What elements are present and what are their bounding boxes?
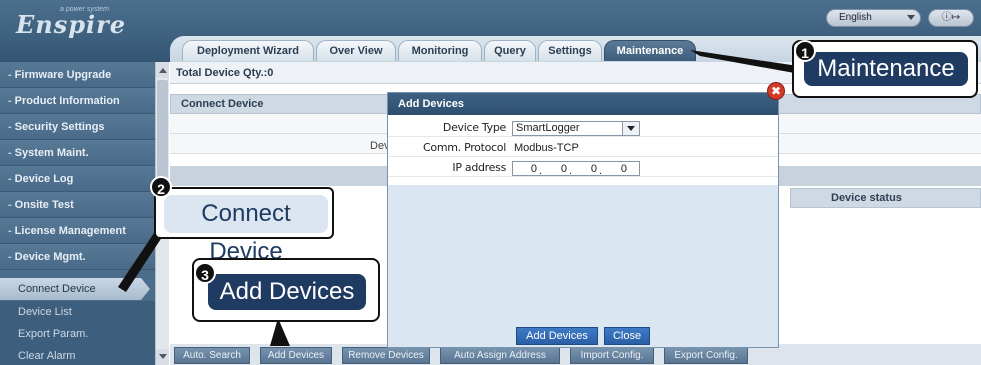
sidebar-subitem-connect-device[interactable]: Connect Device (0, 278, 150, 300)
sidebar-subitem-export-param[interactable]: Export Param. (0, 323, 155, 345)
callout-add-devices: Add Devices (192, 258, 380, 322)
add-devices-form: Device Type SmartLogger Comm. Protocol M… (388, 115, 778, 185)
sidebar-item-product-information[interactable]: Product Information (0, 88, 155, 114)
dialog-title: Add Devices (388, 93, 778, 115)
callout-connect-device: Connect Device (154, 187, 334, 265)
tab-query[interactable]: Query (484, 40, 536, 61)
enspire-logo: a power system Enspire (12, 4, 162, 44)
sidebar-item-onsite-test[interactable]: Onsite Test (0, 192, 155, 218)
auto-assign-address-button[interactable]: Auto Assign Address (440, 347, 560, 364)
device-status-column-header: Device status (790, 188, 981, 208)
ip-address-row: IP address 0 . 0 . 0 . 0 (388, 159, 778, 177)
sidebar-item-device-log[interactable]: Device Log (0, 166, 155, 192)
ip-octet-2[interactable]: 0 (545, 162, 567, 176)
comm-protocol-label: Comm. Protocol (423, 141, 506, 154)
ip-dot: . (539, 165, 543, 177)
sidebar-item-license-management[interactable]: License Management (0, 218, 155, 244)
sidebar-subitem-device-list[interactable]: Device List (0, 301, 155, 323)
ip-octet-1[interactable]: 0 (515, 162, 537, 176)
sidebar-subitem-clear-alarm[interactable]: Clear Alarm (0, 345, 155, 365)
callout-2-badge: 2 (150, 176, 172, 198)
device-type-row: Device Type SmartLogger (388, 119, 778, 137)
sidebar: Firmware Upgrade Product Information Sec… (0, 62, 155, 365)
dialog-close-button[interactable]: Close (604, 327, 650, 345)
add-devices-dialog: Add Devices Device Type SmartLogger Comm… (387, 92, 779, 348)
tab-deployment-wizard[interactable]: Deployment Wizard (182, 40, 314, 61)
device-type-select[interactable]: SmartLogger (512, 121, 640, 136)
chevron-down-icon (907, 15, 915, 20)
device-type-value: SmartLogger (516, 122, 580, 134)
callout-3-badge: 3 (194, 262, 216, 284)
device-type-label: Device Type (442, 121, 506, 134)
ip-dot: . (569, 165, 573, 177)
window-control-buttons[interactable]: ⓘ↦ (928, 9, 974, 27)
remove-devices-button[interactable]: Remove Devices (342, 347, 430, 364)
ip-dot: . (599, 165, 603, 177)
scroll-up-icon[interactable] (156, 62, 169, 78)
ip-address-input[interactable]: 0 . 0 . 0 . 0 (512, 161, 640, 177)
tab-maintenance[interactable]: Maintenance (604, 40, 696, 61)
comm-protocol-row: Comm. Protocol Modbus-TCP (388, 139, 778, 157)
chevron-down-icon[interactable] (622, 122, 639, 135)
language-value: English (839, 12, 872, 23)
sidebar-item-security-settings[interactable]: Security Settings (0, 114, 155, 140)
sidebar-item-system-maint[interactable]: System Maint. (0, 140, 155, 166)
sidebar-item-device-mgmt[interactable]: Device Mgmt. (0, 244, 155, 270)
callout-add-devices-label: Add Devices (208, 274, 366, 310)
scroll-thumb[interactable] (157, 80, 168, 190)
add-devices-toolbar-button[interactable]: Add Devices (260, 347, 332, 364)
sidebar-item-firmware-upgrade[interactable]: Firmware Upgrade (0, 62, 155, 88)
comm-protocol-value: Modbus-TCP (514, 142, 579, 154)
export-config-button[interactable]: Export Config. (664, 347, 748, 364)
tab-settings[interactable]: Settings (538, 40, 602, 61)
import-config-button[interactable]: Import Config. (570, 347, 654, 364)
ip-octet-4[interactable]: 0 (605, 162, 627, 176)
logo-text: Enspire (16, 10, 127, 39)
auto-search-button[interactable]: Auto. Search (174, 347, 250, 364)
scroll-down-icon[interactable] (156, 349, 169, 365)
callout-maintenance: Maintenance (792, 40, 978, 98)
callout-connect-device-label: Connect Device (164, 195, 328, 265)
ip-octet-3[interactable]: 0 (575, 162, 597, 176)
callout-1-badge: 1 (794, 40, 816, 62)
language-select[interactable]: English (826, 9, 921, 27)
close-icon[interactable]: ✖ (767, 82, 785, 100)
callout-maintenance-label: Maintenance (804, 52, 968, 86)
ip-address-label: IP address (452, 161, 506, 174)
tab-over-view[interactable]: Over View (316, 40, 396, 61)
tab-monitoring[interactable]: Monitoring (398, 40, 482, 61)
dialog-add-devices-button[interactable]: Add Devices (516, 327, 598, 345)
